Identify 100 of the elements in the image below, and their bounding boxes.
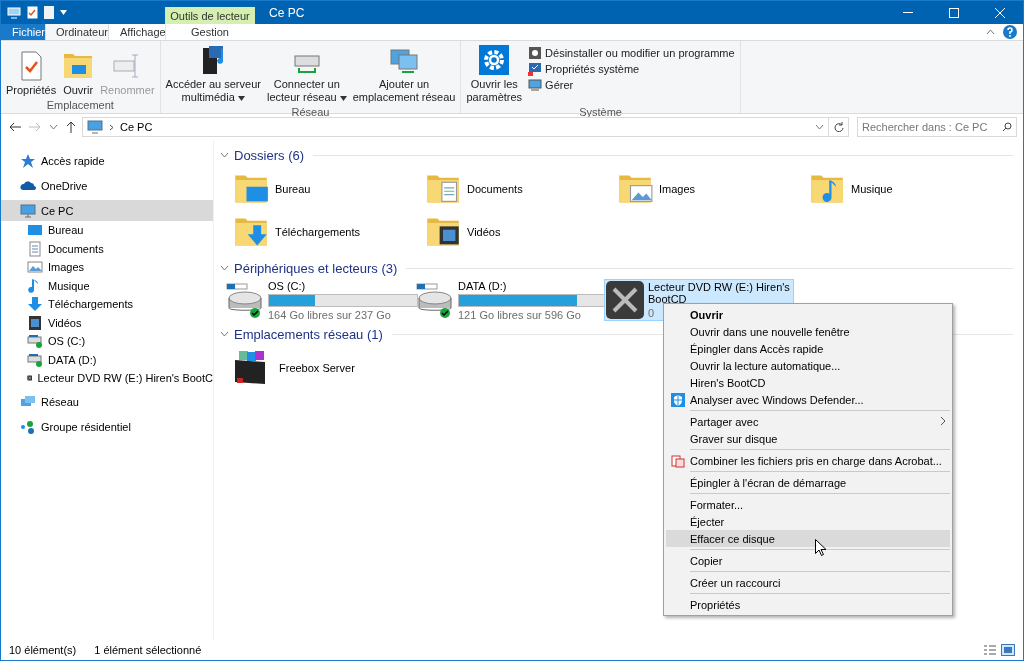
menu-item[interactable]: Ouvrir la lecture automatique... xyxy=(666,357,950,374)
menu-item[interactable]: Ouvrir dans une nouvelle fenêtre xyxy=(666,323,950,340)
up-button[interactable] xyxy=(64,121,78,133)
drive-item[interactable]: DATA (D:) 121 Go libres sur 596 Go xyxy=(414,279,604,321)
nav-item[interactable]: Téléchargements xyxy=(1,295,213,314)
nav-item[interactable]: DATA (D:) xyxy=(1,350,213,369)
menu-item[interactable]: Graver sur disque xyxy=(666,430,950,447)
search-icon xyxy=(1002,122,1012,132)
folder-item[interactable]: Freebox Server xyxy=(233,346,425,389)
drive-name: DATA (D:) xyxy=(458,279,508,292)
context-tab-label: Outils de lecteur xyxy=(165,7,255,24)
nav-item[interactable]: OS (C:) xyxy=(1,332,213,351)
nav-item[interactable]: OneDrive xyxy=(1,175,213,196)
menu-item[interactable]: Partager avec xyxy=(666,413,950,430)
search-field[interactable]: Rechercher dans : Ce PC xyxy=(857,117,1017,137)
status-text: 1 élément sélectionné xyxy=(94,644,202,656)
nav-item[interactable]: Réseau xyxy=(1,391,213,413)
menu-item[interactable]: Effacer ce disque xyxy=(666,530,950,547)
menu-item[interactable]: Combiner les fichiers pris en charge dans Acrobat... xyxy=(666,452,950,469)
close-icon xyxy=(995,7,1005,18)
back-arrow-icon xyxy=(9,122,21,132)
hard-drive-icon xyxy=(225,280,265,320)
section-title: Périphériques et lecteurs (3) xyxy=(234,260,398,276)
ribbon-button[interactable]: Ouvrir xyxy=(60,44,97,99)
folder-item[interactable]: Téléchargements xyxy=(233,210,425,253)
details-view-icon[interactable] xyxy=(983,644,997,656)
nav-item[interactable]: Accès rapide xyxy=(1,150,213,171)
menu-item[interactable]: Épingler à l'écran de démarrage xyxy=(666,474,950,491)
section-header[interactable]: Dossiers (6) xyxy=(220,146,1013,164)
large-icons-view-icon[interactable] xyxy=(1001,644,1015,656)
caret-icon xyxy=(339,96,347,101)
address-path: Ce PC xyxy=(120,121,153,133)
computer-icon xyxy=(20,202,36,219)
folder-item[interactable]: Images xyxy=(617,167,809,210)
folder-item[interactable]: Bureau xyxy=(233,167,425,210)
ribbon-button[interactable]: Connecter un lecteur réseau xyxy=(264,44,349,106)
menu-item[interactable]: Éjecter xyxy=(666,513,950,530)
ribbon-button[interactable]: Propriétés xyxy=(4,44,59,99)
refresh-icon xyxy=(833,122,844,132)
chevron-icon xyxy=(986,29,995,35)
nav-item[interactable]: Bureau xyxy=(1,221,213,240)
film-icon xyxy=(27,314,43,331)
back-button[interactable] xyxy=(7,122,23,132)
free-space-text: 121 Go libres sur 596 Go xyxy=(458,308,581,321)
nav-item[interactable]: Lecteur DVD RW (E:) Hiren's BootC xyxy=(1,369,213,388)
section-header[interactable]: Périphériques et lecteurs (3) xyxy=(220,259,1013,277)
nav-item[interactable]: Musique xyxy=(1,276,213,295)
section-title: Dossiers (6) xyxy=(234,147,305,163)
group-label: Système xyxy=(578,106,623,118)
menu-item[interactable]: Copier xyxy=(666,552,950,569)
drive-item[interactable]: OS (C:) 164 Go libres sur 237 Go xyxy=(224,279,414,321)
system-icon xyxy=(528,62,543,76)
ribbon-button[interactable]: Accéder au serveur multimédia xyxy=(163,44,263,106)
shield-icon xyxy=(670,392,686,408)
address-field[interactable]: Ce PC xyxy=(82,117,829,137)
group-label: Réseau xyxy=(290,106,331,118)
nav-item[interactable]: Ce PC xyxy=(1,200,213,221)
computer-manage-icon xyxy=(528,78,543,92)
ribbon-tab[interactable]: Ordinateur xyxy=(45,24,109,40)
ribbon-small-button[interactable]: Propriétés système xyxy=(526,62,737,76)
hard-drive-icon xyxy=(415,280,455,320)
refresh-button[interactable] xyxy=(829,117,849,137)
help-icon[interactable] xyxy=(1003,25,1017,39)
chevron-icon xyxy=(220,331,229,337)
window-title: Ce PC xyxy=(269,5,305,20)
star-icon xyxy=(20,152,36,169)
menu-item[interactable]: Créer un raccourci xyxy=(666,574,950,591)
chevron-icon xyxy=(220,265,229,271)
ribbon-small-button[interactable]: Gérer xyxy=(526,78,737,92)
maximize-icon xyxy=(949,7,959,18)
homegroup-icon xyxy=(20,419,36,435)
menu-item[interactable]: Hiren's BootCD xyxy=(666,374,950,391)
nav-item[interactable]: Vidéos xyxy=(1,313,213,332)
download-arrow-icon xyxy=(27,296,43,313)
menu-item[interactable]: Formater... xyxy=(666,496,950,513)
nav-item[interactable]: Images xyxy=(1,258,213,277)
menu-item[interactable]: Analyser avec Windows Defender... xyxy=(666,391,950,408)
breadcrumb-chevron-icon xyxy=(109,123,114,131)
ribbon-small-button[interactable]: Désinstaller ou modifier un programme xyxy=(526,46,737,60)
ribbon-tab[interactable]: Fichier xyxy=(1,24,45,40)
folder-item[interactable]: Musique xyxy=(809,167,1001,210)
computer-icon xyxy=(7,6,21,19)
drive-icon xyxy=(27,333,43,350)
customize-caret-icon xyxy=(60,10,67,15)
menu-item[interactable]: Épingler dans Accès rapide xyxy=(666,340,950,357)
recent-locations-button[interactable] xyxy=(47,124,60,130)
free-space-text: 164 Go libres sur 237 Go xyxy=(268,308,391,321)
ribbon-button[interactable]: Ouvrir les paramètres xyxy=(464,44,525,106)
nav-item[interactable]: Groupe résidentiel xyxy=(1,416,213,438)
forward-arrow-icon xyxy=(29,122,41,132)
nav-item[interactable]: Documents xyxy=(1,239,213,258)
ribbon-button[interactable]: Ajouter un emplacement réseau xyxy=(350,44,458,106)
chevron-icon xyxy=(49,124,58,130)
menu-item[interactable]: Propriétés xyxy=(666,596,950,613)
folder-item[interactable]: Vidéos xyxy=(425,210,617,253)
computer-icon xyxy=(87,120,103,134)
group-label: Emplacement xyxy=(45,99,115,111)
caret-icon xyxy=(237,96,245,101)
folder-item[interactable]: Documents xyxy=(425,167,617,210)
settings-icon xyxy=(478,44,511,76)
